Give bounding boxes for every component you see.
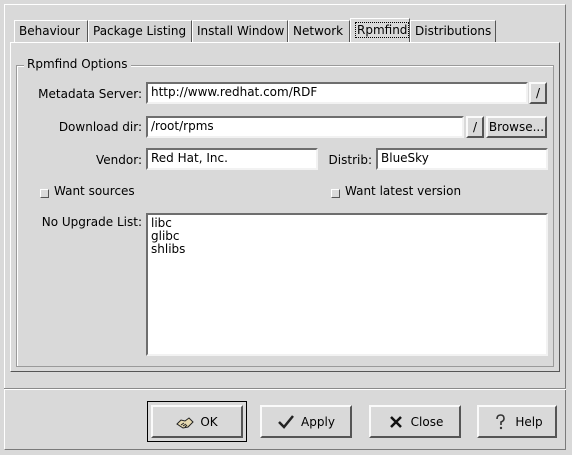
ok-button[interactable]: OK — [147, 401, 247, 442]
handshake-icon — [176, 416, 195, 429]
help-label: Help — [515, 414, 543, 429]
browse-button[interactable]: Browse... — [486, 116, 547, 138]
download-dir-path-button[interactable]: / — [466, 116, 484, 138]
tab-label: Rpmfind — [355, 22, 410, 38]
distrib-input[interactable]: BlueSky — [376, 148, 548, 170]
tab-install-window[interactable]: Install Window — [192, 20, 288, 42]
list-item: libc — [151, 216, 172, 230]
tab-distributions[interactable]: Distributions — [410, 20, 496, 42]
tab-label: Install Window — [197, 24, 285, 38]
vendor-input[interactable]: Red Hat, Inc. — [146, 148, 318, 170]
tab-label: Behaviour — [19, 24, 80, 38]
apply-button[interactable]: Apply — [260, 405, 352, 438]
tab-label: Distributions — [415, 24, 492, 38]
metadata-server-label: Metadata Server: — [38, 87, 142, 101]
want-sources-checkbox[interactable] — [40, 189, 49, 198]
no-upgrade-list-textarea[interactable]: libc glibc shlibs — [146, 213, 548, 356]
want-latest-version-label[interactable]: Want latest version — [345, 184, 461, 198]
download-dir-input[interactable]: /root/rpms — [146, 116, 464, 138]
list-item: glibc — [151, 229, 180, 243]
want-sources-label[interactable]: Want sources — [54, 184, 135, 198]
tab-label: Network — [293, 24, 344, 38]
tab-package-listing[interactable]: Package Listing — [88, 20, 192, 42]
list-item: shlibs — [151, 242, 186, 256]
help-button[interactable]: Help — [477, 405, 557, 438]
separator — [4, 388, 566, 390]
download-dir-label: Download dir: — [58, 120, 142, 134]
metadata-server-input[interactable]: http://www.redhat.com/RDF — [146, 82, 528, 104]
tab-behaviour[interactable]: Behaviour — [14, 20, 88, 42]
question-mark-icon — [496, 413, 506, 429]
close-label: Close — [410, 414, 444, 429]
vendor-label: Vendor: — [96, 153, 142, 167]
want-latest-version-checkbox[interactable] — [331, 189, 340, 198]
group-title: Rpmfind Options — [24, 57, 131, 71]
close-icon — [389, 415, 402, 428]
tab-label: Package Listing — [93, 24, 187, 38]
apply-label: Apply — [301, 414, 335, 429]
metadata-server-path-button[interactable]: / — [529, 82, 547, 104]
ok-label: OK — [200, 414, 218, 429]
no-upgrade-list-label: No Upgrade List: — [41, 215, 142, 229]
distrib-label: Distrib: — [328, 153, 372, 167]
checkmark-icon — [278, 414, 295, 429]
tab-rpmfind[interactable]: Rpmfind — [350, 18, 410, 43]
tab-network[interactable]: Network — [288, 20, 350, 42]
close-button[interactable]: Close — [369, 405, 461, 438]
